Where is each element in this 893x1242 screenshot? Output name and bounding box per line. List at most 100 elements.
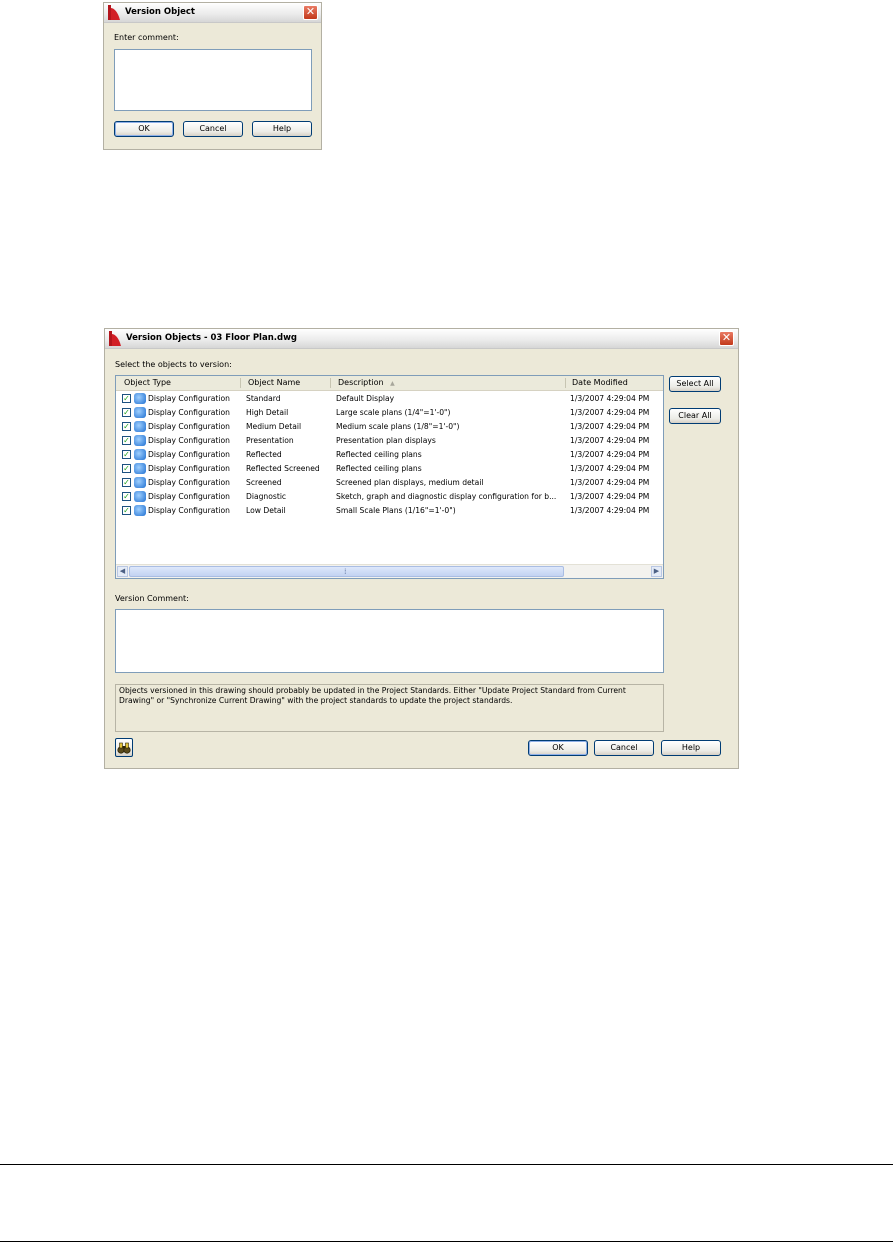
version-comment-label: Version Comment:: [115, 594, 189, 603]
cell-description: Medium scale plans (1/8"=1'-0"): [336, 422, 460, 431]
title-bar[interactable]: Version Object ✕: [104, 3, 321, 23]
scroll-left-arrow-icon[interactable]: ◀: [117, 566, 128, 577]
cell-object-name: Low Detail: [246, 506, 286, 515]
row-checkbox[interactable]: ✓: [122, 422, 131, 431]
cell-date-modified: 1/3/2007 4:29:04 PM: [570, 492, 650, 501]
cell-object-type: Display Configuration: [148, 394, 230, 403]
cell-date-modified: 1/3/2007 4:29:04 PM: [570, 506, 650, 515]
list-header: Object Type Object Name Description ▲ Da…: [116, 376, 663, 391]
select-objects-label: Select the objects to version:: [115, 360, 232, 369]
sort-ascending-icon: ▲: [390, 380, 395, 387]
ok-button[interactable]: OK: [114, 121, 174, 137]
cell-object-type: Display Configuration: [148, 464, 230, 473]
cancel-button[interactable]: Cancel: [594, 740, 654, 756]
cell-date-modified: 1/3/2007 4:29:04 PM: [570, 436, 650, 445]
cell-object-name: Screened: [246, 478, 282, 487]
cell-object-name: Presentation: [246, 436, 294, 445]
cell-description: Sketch, graph and diagnostic display con…: [336, 492, 557, 501]
column-divider[interactable]: [330, 378, 331, 388]
cell-object-type: Display Configuration: [148, 408, 230, 417]
row-checkbox[interactable]: ✓: [122, 492, 131, 501]
close-icon[interactable]: ✕: [303, 5, 318, 20]
column-header-description[interactable]: Description ▲: [338, 378, 395, 387]
list-row[interactable]: ✓ Display Configuration Medium Detail Me…: [116, 420, 663, 434]
display-configuration-icon: [134, 407, 146, 418]
cell-object-type: Display Configuration: [148, 492, 230, 501]
list-row[interactable]: ✓ Display Configuration Reflected Screen…: [116, 462, 663, 476]
cell-object-name: High Detail: [246, 408, 289, 417]
list-row[interactable]: ✓ Display Configuration High Detail Larg…: [116, 406, 663, 420]
autocad-app-icon: [108, 5, 120, 20]
scroll-grip-icon: ⁞: [344, 567, 347, 576]
scroll-thumb[interactable]: ⁞: [129, 566, 564, 577]
dialog-title: Version Objects - 03 Floor Plan.dwg: [126, 333, 298, 343]
info-message: Objects versioned in this drawing should…: [115, 684, 664, 732]
list-row[interactable]: ✓ Display Configuration Presentation Pre…: [116, 434, 663, 448]
objects-list[interactable]: Object Type Object Name Description ▲ Da…: [115, 375, 664, 579]
display-configuration-icon: [134, 435, 146, 446]
cell-object-name: Standard: [246, 394, 281, 403]
cell-object-name: Diagnostic: [246, 492, 287, 501]
help-button[interactable]: Help: [661, 740, 721, 756]
scroll-right-arrow-icon[interactable]: ▶: [651, 566, 662, 577]
clear-all-button[interactable]: Clear All: [669, 408, 721, 424]
version-comment-textarea[interactable]: [115, 609, 664, 673]
column-header-object-name[interactable]: Object Name: [248, 378, 300, 387]
cell-description: Presentation plan displays: [336, 436, 436, 445]
column-divider[interactable]: [240, 378, 241, 388]
version-object-dialog: Version Object ✕ Enter comment: OK Cance…: [103, 2, 322, 150]
row-checkbox[interactable]: ✓: [122, 408, 131, 417]
cell-date-modified: 1/3/2007 4:29:04 PM: [570, 408, 650, 417]
close-icon[interactable]: ✕: [719, 331, 734, 346]
cell-description: Reflected ceiling plans: [336, 464, 422, 473]
display-configuration-icon: [134, 477, 146, 488]
comment-textarea[interactable]: [114, 49, 312, 111]
cell-date-modified: 1/3/2007 4:29:04 PM: [570, 450, 650, 459]
select-all-button[interactable]: Select All: [669, 376, 721, 392]
list-row[interactable]: ✓ Display Configuration Standard Default…: [116, 392, 663, 406]
cell-date-modified: 1/3/2007 4:29:04 PM: [570, 394, 650, 403]
row-checkbox[interactable]: ✓: [122, 478, 131, 487]
list-row[interactable]: ✓ Display Configuration Reflected Reflec…: [116, 448, 663, 462]
cell-date-modified: 1/3/2007 4:29:04 PM: [570, 464, 650, 473]
binoculars-icon: [117, 742, 131, 754]
list-horizontal-scrollbar[interactable]: ◀ ⁞ ▶: [116, 564, 663, 578]
title-bar[interactable]: Version Objects - 03 Floor Plan.dwg ✕: [105, 329, 738, 349]
list-row[interactable]: ✓ Display Configuration Low Detail Small…: [116, 504, 663, 518]
page-divider-line: [0, 1164, 893, 1165]
row-checkbox[interactable]: ✓: [122, 450, 131, 459]
cell-object-type: Display Configuration: [148, 422, 230, 431]
cell-date-modified: 1/3/2007 4:29:04 PM: [570, 422, 650, 431]
display-configuration-icon: [134, 463, 146, 474]
cancel-button[interactable]: Cancel: [183, 121, 243, 137]
row-checkbox[interactable]: ✓: [122, 394, 131, 403]
cell-object-type: Display Configuration: [148, 478, 230, 487]
cell-description: Large scale plans (1/4"=1'-0"): [336, 408, 451, 417]
list-row[interactable]: ✓ Display Configuration Diagnostic Sketc…: [116, 490, 663, 504]
display-configuration-icon: [134, 505, 146, 516]
list-row[interactable]: ✓ Display Configuration Screened Screene…: [116, 476, 663, 490]
cell-date-modified: 1/3/2007 4:29:04 PM: [570, 478, 650, 487]
help-button[interactable]: Help: [252, 121, 312, 137]
ok-button[interactable]: OK: [528, 740, 588, 756]
column-header-description-label: Description: [338, 378, 384, 387]
cell-object-type: Display Configuration: [148, 436, 230, 445]
row-checkbox[interactable]: ✓: [122, 464, 131, 473]
display-configuration-icon: [134, 491, 146, 502]
column-divider[interactable]: [565, 378, 566, 388]
display-configuration-icon: [134, 421, 146, 432]
cell-description: Default Display: [336, 394, 395, 403]
row-checkbox[interactable]: ✓: [122, 436, 131, 445]
row-checkbox[interactable]: ✓: [122, 506, 131, 515]
dialog-title: Version Object: [125, 7, 195, 17]
column-header-object-type[interactable]: Object Type: [124, 378, 171, 387]
version-objects-dialog: Version Objects - 03 Floor Plan.dwg ✕ Se…: [104, 328, 739, 769]
cell-object-name: Medium Detail: [246, 422, 302, 431]
cell-object-type: Display Configuration: [148, 506, 230, 515]
display-configuration-icon: [134, 449, 146, 460]
cell-description: Screened plan displays, medium detail: [336, 478, 484, 487]
column-header-date-modified[interactable]: Date Modified: [572, 378, 628, 387]
display-configuration-icon: [134, 393, 146, 404]
search-binoculars-button[interactable]: [115, 738, 133, 757]
cell-object-name: Reflected Screened: [246, 464, 320, 473]
